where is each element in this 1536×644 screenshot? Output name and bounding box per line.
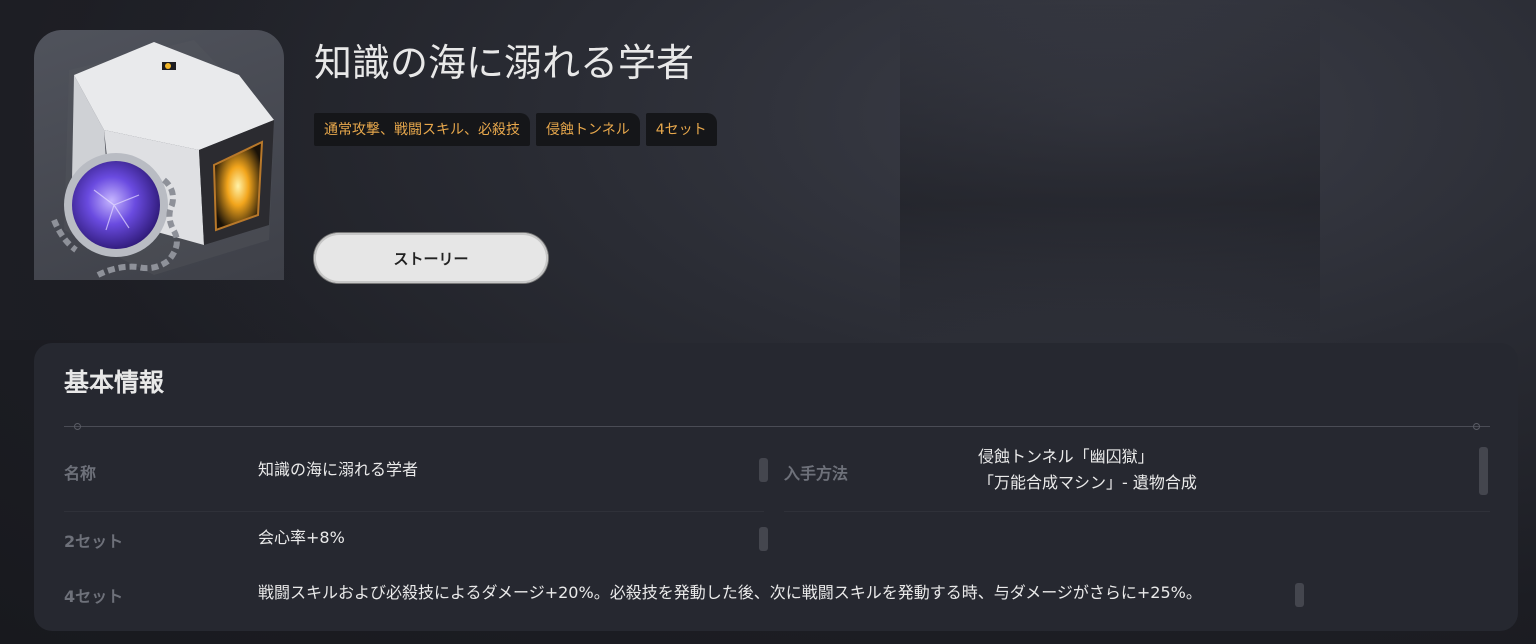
tag-list: 通常攻撃、戦闘スキル、必殺技 侵蝕トンネル 4セット <box>314 113 717 146</box>
set2-value: 会心率+8% <box>258 528 345 547</box>
story-button[interactable]: ストーリー <box>314 233 548 283</box>
tag-source: 侵蝕トンネル <box>536 113 640 146</box>
row-separator <box>784 511 1490 512</box>
relic-artwork <box>51 40 274 278</box>
set4-value: 戦闘スキルおよび必殺技によるダメージ+20%。必殺技を発動した後、次に戦闘スキル… <box>258 583 1202 602</box>
row-separator <box>64 511 764 512</box>
set4-label: 4セット <box>64 587 124 606</box>
source-value-2[interactable]: 「万能合成マシン」- 遺物合成 <box>978 470 1197 496</box>
relic-header: 知識の海に溺れる学者 通常攻撃、戦闘スキル、必殺技 侵蝕トンネル 4セット スト… <box>34 30 1514 290</box>
basic-info-title: 基本情報 <box>64 368 165 397</box>
tag-set-count: 4セット <box>645 113 717 146</box>
source-value-1[interactable]: 侵蝕トンネル「幽囚獄」 <box>978 444 1154 470</box>
relic-title: 知識の海に溺れる学者 <box>314 41 695 85</box>
name-label: 名称 <box>64 464 97 483</box>
set2-label: 2セット <box>64 532 124 551</box>
basic-info-panel: 基本情報 名称 知識の海に溺れる学者 入手方法 侵蝕トンネル「幽囚獄」 「万能合… <box>34 343 1518 631</box>
source-label: 入手方法 <box>784 464 849 483</box>
relic-image <box>34 30 284 280</box>
set4-scrollbar[interactable] <box>1295 583 1304 607</box>
section-divider <box>64 423 1490 430</box>
name-value: 知識の海に溺れる学者 <box>258 460 419 479</box>
tag-skill-type: 通常攻撃、戦闘スキル、必殺技 <box>314 113 530 146</box>
set2-scrollbar[interactable] <box>759 527 768 551</box>
name-scrollbar[interactable] <box>759 458 768 482</box>
source-scrollbar[interactable] <box>1479 447 1488 495</box>
